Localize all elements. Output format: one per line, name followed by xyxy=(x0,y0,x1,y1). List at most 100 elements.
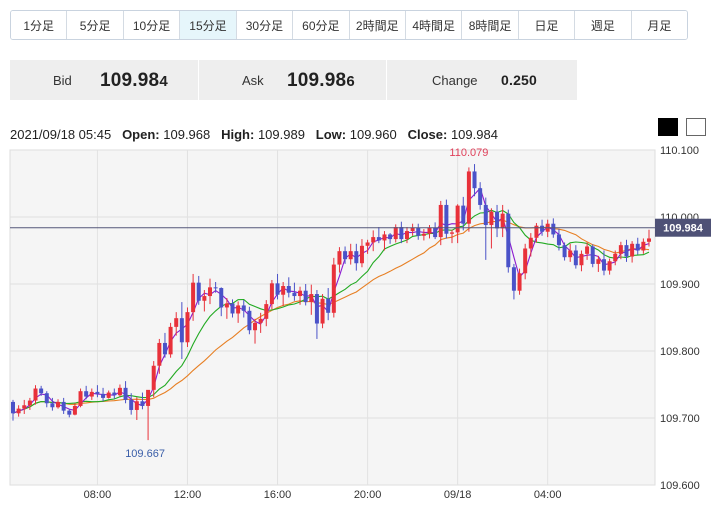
candle-body xyxy=(466,171,471,224)
candle-body xyxy=(258,318,263,323)
candle-body xyxy=(393,227,398,240)
candle-body xyxy=(365,242,370,246)
candle-body xyxy=(303,290,308,303)
y-tick-label: 109.600 xyxy=(660,480,700,492)
candle-body xyxy=(101,393,106,398)
candle-body xyxy=(298,290,303,297)
candle-body xyxy=(562,245,567,258)
candle-body xyxy=(511,267,516,291)
candle-body xyxy=(630,243,635,257)
x-tick-label: 16:00 xyxy=(264,489,292,501)
candle-body xyxy=(523,248,528,274)
candle-body xyxy=(286,286,291,293)
candle-body xyxy=(281,286,286,295)
candle-body xyxy=(382,234,387,241)
candle-body xyxy=(309,294,314,303)
candle-body xyxy=(16,408,21,414)
candle-body xyxy=(590,246,595,264)
x-tick-label: 12:00 xyxy=(174,489,202,501)
candle-body xyxy=(179,318,184,343)
candle-body xyxy=(129,399,134,410)
candle-body xyxy=(556,234,561,246)
candle-body xyxy=(50,403,55,408)
candle-body xyxy=(213,287,218,289)
candle-body xyxy=(123,387,128,400)
candle-body xyxy=(506,213,511,268)
candle-body xyxy=(84,391,89,397)
candle-body xyxy=(253,322,258,331)
candle-body xyxy=(483,204,488,226)
candle-body xyxy=(247,310,252,331)
candle-body xyxy=(320,298,325,324)
candle-body xyxy=(140,401,145,406)
candle-body xyxy=(568,250,573,258)
candle-body xyxy=(641,241,646,251)
candle-body xyxy=(185,312,190,343)
candle-body xyxy=(117,387,122,396)
candle-body xyxy=(236,305,241,314)
candle-body xyxy=(596,259,601,264)
candle-body xyxy=(438,204,443,238)
candle-body xyxy=(472,171,477,189)
candle-body xyxy=(241,305,246,311)
candle-body xyxy=(89,391,94,397)
candle-body xyxy=(314,294,319,324)
candle-body xyxy=(399,227,404,240)
candlestick-chart: 110.100110.000109.900109.800109.700109.6… xyxy=(9,145,711,501)
candle-body xyxy=(11,401,15,414)
candle-body xyxy=(202,296,207,301)
candle-body xyxy=(455,205,460,233)
high-annotation: 110.079 xyxy=(449,147,488,159)
candle-body xyxy=(495,211,500,229)
candle-body xyxy=(404,231,409,240)
candle-body xyxy=(388,234,393,240)
candle-body xyxy=(230,303,235,314)
y-tick-label: 109.700 xyxy=(660,413,700,425)
candle-body xyxy=(444,204,449,234)
candle-body xyxy=(579,253,584,266)
candle-body xyxy=(517,273,522,291)
candle-body xyxy=(647,238,651,242)
candle-body xyxy=(371,237,376,243)
candle-body xyxy=(134,401,139,410)
candle-body xyxy=(106,392,111,398)
candle-body xyxy=(72,405,77,415)
x-tick-label: 09/18 xyxy=(444,489,472,501)
candle-body xyxy=(207,287,212,297)
candle-body xyxy=(489,211,494,226)
low-annotation: 109.667 xyxy=(125,448,165,460)
candle-body xyxy=(151,365,156,390)
candle-body xyxy=(348,251,353,260)
candle-body xyxy=(624,245,629,257)
candle-body xyxy=(635,243,640,251)
candle-body xyxy=(224,303,229,308)
candle-body xyxy=(264,304,269,319)
candle-body xyxy=(146,389,151,406)
x-tick-label: 04:00 xyxy=(534,489,562,501)
candle-body xyxy=(112,392,117,396)
candle-body xyxy=(196,282,201,301)
x-tick-label: 08:00 xyxy=(84,489,112,501)
candle-body xyxy=(33,388,38,401)
candle-body xyxy=(585,246,590,254)
candle-body xyxy=(157,342,162,366)
candle-body xyxy=(39,388,44,394)
y-tick-label: 109.800 xyxy=(660,346,700,358)
x-tick-label: 20:00 xyxy=(354,489,382,501)
candle-body xyxy=(67,410,72,415)
candle-body xyxy=(331,264,336,313)
candle-body xyxy=(22,405,27,409)
candle-body xyxy=(410,227,415,232)
candle-body xyxy=(461,205,466,224)
candle-body xyxy=(61,401,66,411)
candle-body xyxy=(27,400,32,406)
candle-body xyxy=(376,237,381,241)
candle-body xyxy=(343,251,348,260)
candle-body xyxy=(269,283,274,305)
candle-body xyxy=(421,233,426,236)
candle-body xyxy=(613,253,618,262)
candle-body xyxy=(168,326,173,355)
candle-body xyxy=(162,342,167,355)
candle-body xyxy=(500,213,505,229)
y-tick-label: 110.100 xyxy=(660,145,699,157)
